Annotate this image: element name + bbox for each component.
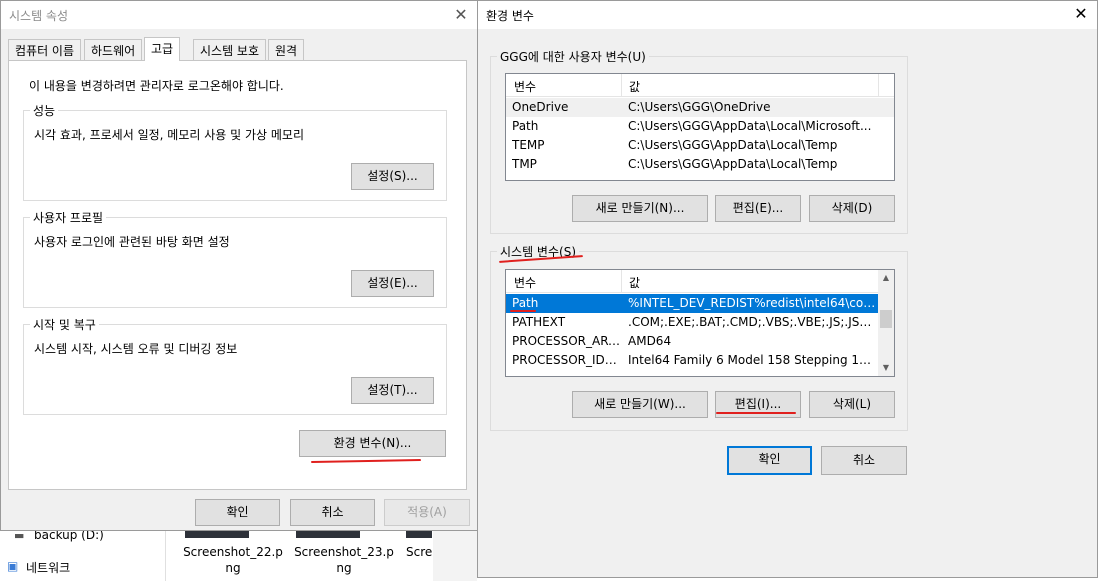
list-item[interactable]: TMP C:\Users\GGG\AppData\Local\Temp: [506, 155, 894, 174]
cancel-button[interactable]: 취소: [821, 446, 907, 475]
admin-notice: 이 내용을 변경하려면 관리자로 로그온해야 합니다.: [29, 79, 284, 93]
column-separator[interactable]: [621, 74, 622, 96]
annotation-underline: [310, 459, 422, 463]
user-delete-button[interactable]: 삭제(D): [809, 195, 895, 222]
variable-name: PROCESSOR_IDEN...: [512, 353, 620, 367]
scrollbar-thumb[interactable]: [880, 310, 892, 328]
variable-value: C:\Users\GGG\AppData\Local\Temp: [628, 138, 838, 152]
tab-system-protection[interactable]: 시스템 보호: [193, 39, 267, 60]
profiles-settings-button[interactable]: 설정(E)...: [351, 270, 434, 297]
variable-name: Path: [512, 119, 539, 133]
variable-value: C:\Users\GGG\AppData\Local\Temp: [628, 157, 838, 171]
list-item[interactable]: Path %INTEL_DEV_REDIST%redist\intel64\co…: [506, 294, 880, 313]
variable-name: TMP: [512, 157, 537, 171]
list-item[interactable]: PROCESSOR_ARC... AMD64: [506, 332, 880, 351]
column-header-value[interactable]: 값: [629, 274, 640, 291]
scroll-down-icon[interactable]: ▼: [878, 360, 894, 376]
file-caption[interactable]: Screenshot_22.p ng: [183, 544, 283, 576]
ok-button[interactable]: 확인: [727, 446, 812, 475]
close-icon[interactable]: ✕: [451, 5, 471, 25]
cancel-button[interactable]: 취소: [290, 499, 375, 526]
file-thumbnail[interactable]: [185, 530, 249, 538]
title-bar[interactable]: 시스템 속성 ✕: [1, 1, 477, 29]
variable-value: C:\Users\GGG\AppData\Local\Microsoft...: [628, 119, 872, 133]
list-item[interactable]: PATHEXT .COM;.EXE;.BAT;.CMD;.VBS;.VBE;.J…: [506, 313, 880, 332]
explorer-divider: [165, 525, 166, 581]
tab-hardware[interactable]: 하드웨어: [84, 39, 143, 60]
group-title: GGG에 대한 사용자 변수(U): [497, 48, 649, 65]
variable-name: TEMP: [512, 138, 545, 152]
vertical-scrollbar[interactable]: ▲ ▼: [878, 270, 894, 376]
ok-button[interactable]: 확인: [195, 499, 280, 526]
column-header-name[interactable]: 변수: [514, 78, 536, 95]
file-caption[interactable]: Scre: [406, 544, 436, 560]
group-description: 시각 효과, 프로세서 일정, 메모리 사용 및 가상 메모리: [34, 128, 304, 142]
system-variables-group: 시스템 변수(S) 변수 값 Path %INTEL_DEV_REDIST%re…: [490, 243, 908, 431]
variable-name: PROCESSOR_ARC...: [512, 334, 620, 348]
environment-variables-button[interactable]: 환경 변수(N)...: [299, 430, 446, 457]
list-header: 변수 값: [506, 74, 894, 97]
close-icon[interactable]: ✕: [1071, 4, 1091, 24]
system-delete-button[interactable]: 삭제(L): [809, 391, 895, 418]
startup-recovery-group: 시작 및 복구 시스템 시작, 시스템 오류 및 디버깅 정보 설정(T)...: [23, 316, 447, 415]
list-item[interactable]: Path C:\Users\GGG\AppData\Local\Microsof…: [506, 117, 894, 136]
user-new-button[interactable]: 새로 만들기(N)...: [572, 195, 708, 222]
system-variables-list[interactable]: 변수 값 Path %INTEL_DEV_REDIST%redist\intel…: [505, 269, 895, 377]
tab-panel-advanced: 이 내용을 변경하려면 관리자로 로그온해야 합니다. 성능 시각 효과, 프로…: [8, 60, 467, 490]
variable-value: AMD64: [628, 334, 672, 348]
tab-advanced[interactable]: 고급: [144, 37, 181, 61]
list-item[interactable]: PROCESSOR_IDEN... Intel64 Family 6 Model…: [506, 351, 880, 370]
column-separator[interactable]: [878, 74, 879, 96]
annotation-underline: [716, 412, 796, 414]
file-name-line1: Scre: [406, 545, 433, 559]
file-thumbnail[interactable]: [296, 530, 360, 538]
window-title: 환경 변수: [486, 9, 534, 23]
system-properties-window: 시스템 속성 ✕ 컴퓨터 이름 하드웨어 고급 시스템 보호 원격 이 내용을 …: [0, 0, 478, 531]
apply-button[interactable]: 적용(A): [384, 499, 470, 526]
user-profiles-group: 사용자 프로필 사용자 로그인에 관련된 바탕 화면 설정 설정(E)...: [23, 209, 447, 308]
tab-computer-name[interactable]: 컴퓨터 이름: [8, 39, 82, 60]
group-title: 성능: [30, 102, 59, 119]
performance-group: 성능 시각 효과, 프로세서 일정, 메모리 사용 및 가상 메모리 설정(S)…: [23, 102, 447, 201]
variable-value: C:\Users\GGG\OneDrive: [628, 100, 771, 114]
column-header-value[interactable]: 값: [629, 78, 640, 95]
group-description: 시스템 시작, 시스템 오류 및 디버깅 정보: [34, 342, 238, 356]
file-name-line1: Screenshot_22.p: [183, 545, 283, 559]
user-variables-list[interactable]: 변수 값 OneDrive C:\Users\GGG\OneDrive Path…: [505, 73, 895, 181]
group-description: 사용자 로그인에 관련된 바탕 화면 설정: [34, 235, 230, 249]
file-caption[interactable]: Screenshot_23.p ng: [294, 544, 394, 576]
variable-value: Intel64 Family 6 Model 158 Stepping 13, …: [628, 353, 876, 367]
variable-name: OneDrive: [512, 100, 569, 114]
tab-remote[interactable]: 원격: [268, 39, 305, 60]
network-icon: ▣: [7, 559, 19, 573]
explorer-network-item[interactable]: 네트워크: [26, 559, 70, 576]
list-item[interactable]: OneDrive C:\Users\GGG\OneDrive: [506, 98, 894, 117]
performance-settings-button[interactable]: 설정(S)...: [351, 163, 434, 190]
variable-value: .COM;.EXE;.BAT;.CMD;.VBS;.VBE;.JS;.JSE;.…: [628, 315, 876, 329]
annotation-underline: [510, 310, 536, 312]
startup-settings-button[interactable]: 설정(T)...: [351, 377, 434, 404]
list-item[interactable]: TEMP C:\Users\GGG\AppData\Local\Temp: [506, 136, 894, 155]
variable-name: PATHEXT: [512, 315, 566, 329]
column-separator[interactable]: [621, 270, 622, 292]
file-name-line2: ng: [336, 561, 352, 575]
file-thumbnail[interactable]: [406, 530, 432, 538]
user-variables-group: GGG에 대한 사용자 변수(U) 변수 값 OneDrive C:\Users…: [490, 48, 908, 234]
file-name-line2: ng: [225, 561, 241, 575]
group-title: 시작 및 복구: [30, 316, 99, 333]
list-header: 변수 값: [506, 270, 880, 293]
explorer-scroll-area: [433, 525, 477, 581]
group-title: 사용자 프로필: [30, 209, 107, 226]
window-title: 시스템 속성: [9, 9, 69, 23]
user-edit-button[interactable]: 편집(E)...: [715, 195, 801, 222]
title-bar[interactable]: 환경 변수 ✕: [478, 1, 1097, 29]
column-header-name[interactable]: 변수: [514, 274, 536, 291]
system-new-button[interactable]: 새로 만들기(W)...: [572, 391, 708, 418]
variable-value: %INTEL_DEV_REDIST%redist\intel64\com...: [628, 296, 876, 310]
file-name-line1: Screenshot_23.p: [294, 545, 394, 559]
scroll-up-icon[interactable]: ▲: [878, 270, 894, 286]
environment-variables-window: 환경 변수 ✕ GGG에 대한 사용자 변수(U) 변수 값 OneDrive …: [477, 0, 1098, 578]
